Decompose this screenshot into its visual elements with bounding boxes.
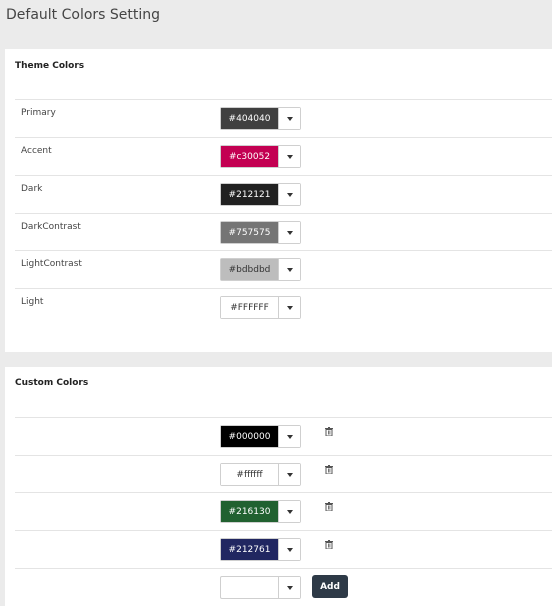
dropdown-toggle[interactable] <box>278 259 300 280</box>
dropdown-toggle[interactable] <box>278 426 300 447</box>
page-title: Default Colors Setting <box>6 7 161 23</box>
color-picker-lightcontrast[interactable]: #bdbdbd <box>220 258 301 281</box>
theme-label-light: Light <box>21 297 44 307</box>
custom-color-picker[interactable]: #212761 <box>220 538 301 561</box>
caret-down-icon <box>286 472 293 477</box>
dropdown-toggle[interactable] <box>278 501 300 522</box>
custom-color-picker[interactable]: #000000 <box>220 425 301 448</box>
caret-down-icon <box>286 585 293 590</box>
color-swatch-light[interactable]: #FFFFFF <box>221 297 278 318</box>
theme-label-lightcontrast: LightContrast <box>21 259 82 269</box>
add-button[interactable]: Add <box>312 575 348 598</box>
caret-down-icon <box>286 547 293 552</box>
color-picker-dark[interactable]: #212121 <box>220 183 301 206</box>
custom-row: #000000 <box>15 417 552 455</box>
custom-color-swatch[interactable]: #216130 <box>221 501 278 522</box>
caret-down-icon <box>286 509 293 514</box>
theme-row-primary: Primary #404040 <box>15 99 552 137</box>
custom-row: #ffffff <box>15 455 552 493</box>
custom-row: #212761 <box>15 530 552 568</box>
caret-down-icon <box>286 192 293 197</box>
custom-color-swatch[interactable]: #212761 <box>221 539 278 560</box>
trash-icon[interactable] <box>324 463 334 475</box>
trash-icon[interactable] <box>324 538 334 550</box>
dropdown-toggle[interactable] <box>278 464 300 485</box>
new-color-input[interactable] <box>221 577 278 598</box>
caret-down-icon <box>286 154 293 159</box>
caret-down-icon <box>286 305 293 310</box>
custom-color-swatch[interactable]: #000000 <box>221 426 278 447</box>
color-swatch-dark[interactable]: #212121 <box>221 184 278 205</box>
dropdown-toggle[interactable] <box>278 108 300 129</box>
custom-colors-title: Custom Colors <box>15 378 89 388</box>
color-swatch-lightcontrast[interactable]: #bdbdbd <box>221 259 278 280</box>
color-swatch-darkcontrast[interactable]: #757575 <box>221 222 278 243</box>
caret-down-icon <box>286 116 293 121</box>
caret-down-icon <box>286 230 293 235</box>
new-color-row: Add <box>15 568 552 606</box>
theme-row-darkcontrast: DarkContrast #757575 <box>15 213 552 251</box>
dropdown-toggle[interactable] <box>278 184 300 205</box>
color-swatch-accent[interactable]: #c30052 <box>221 146 278 167</box>
theme-row-light: Light #FFFFFF <box>15 288 552 326</box>
caret-down-icon <box>286 434 293 439</box>
trash-icon[interactable] <box>324 500 334 512</box>
theme-row-lightcontrast: LightContrast #bdbdbd <box>15 250 552 288</box>
color-picker-light[interactable]: #FFFFFF <box>220 296 301 319</box>
theme-row-dark: Dark #212121 <box>15 175 552 213</box>
dropdown-toggle[interactable] <box>278 297 300 318</box>
theme-label-accent: Accent <box>21 146 52 156</box>
dropdown-toggle[interactable] <box>278 222 300 243</box>
custom-color-picker[interactable]: #216130 <box>220 500 301 523</box>
caret-down-icon <box>286 267 293 272</box>
custom-colors-panel: Custom Colors #000000 #ffffff #216130 #2… <box>5 367 552 606</box>
color-swatch-primary[interactable]: #404040 <box>221 108 278 129</box>
custom-color-picker[interactable]: #ffffff <box>220 463 301 486</box>
trash-icon[interactable] <box>324 425 334 437</box>
theme-label-primary: Primary <box>21 108 56 118</box>
theme-row-accent: Accent #c30052 <box>15 137 552 175</box>
color-picker-primary[interactable]: #404040 <box>220 107 301 130</box>
color-picker-darkcontrast[interactable]: #757575 <box>220 221 301 244</box>
custom-row: #216130 <box>15 492 552 530</box>
dropdown-toggle[interactable] <box>278 577 300 598</box>
new-color-picker[interactable] <box>220 576 301 599</box>
theme-label-dark: Dark <box>21 184 43 194</box>
color-picker-accent[interactable]: #c30052 <box>220 145 301 168</box>
theme-colors-panel: Theme Colors Primary #404040 Accent #c30… <box>5 49 552 352</box>
theme-colors-title: Theme Colors <box>15 61 85 71</box>
dropdown-toggle[interactable] <box>278 539 300 560</box>
dropdown-toggle[interactable] <box>278 146 300 167</box>
theme-label-darkcontrast: DarkContrast <box>21 222 81 232</box>
custom-color-swatch[interactable]: #ffffff <box>221 464 278 485</box>
